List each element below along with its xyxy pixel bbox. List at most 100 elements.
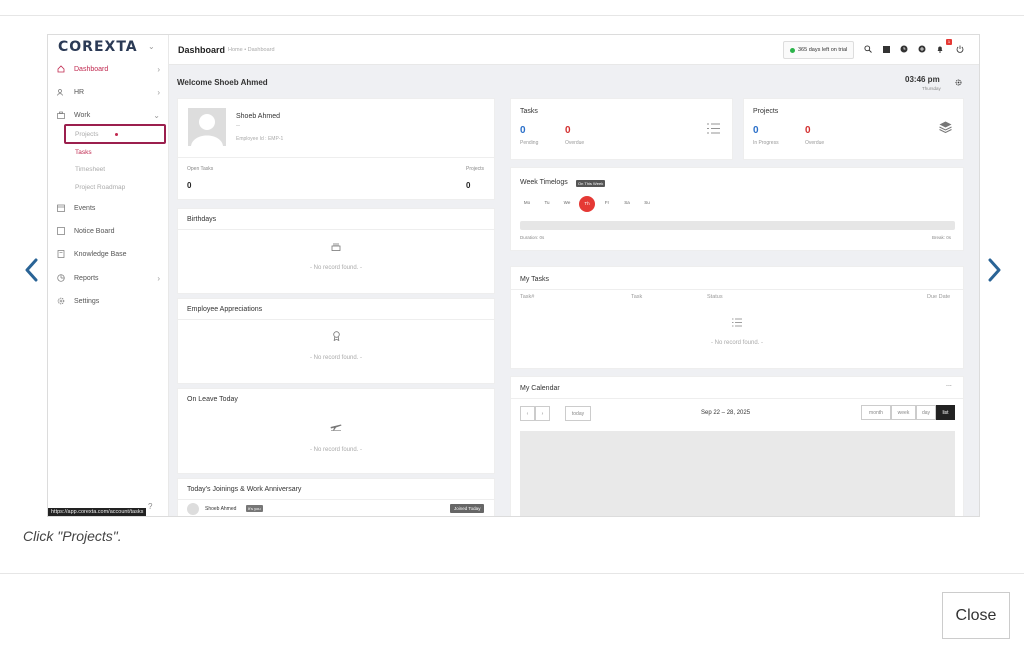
page-title: Dashboard xyxy=(178,45,226,55)
calendar-icon xyxy=(56,203,66,213)
home-icon xyxy=(56,64,66,74)
divider xyxy=(178,229,494,230)
my-calendar-card: My Calendar ... ‹ › today Sep 22 – 28, 2… xyxy=(510,376,964,516)
sidebar-item-label: Reports xyxy=(74,274,99,282)
tasks-pending-value[interactable]: 0 xyxy=(520,125,526,136)
projects-inprogress-label: In Progress xyxy=(753,140,779,146)
open-tasks-value[interactable]: 0 xyxy=(187,181,191,190)
breadcrumb[interactable]: Home • Dashboard xyxy=(228,47,275,53)
top-bar: Dashboard Home • Dashboard 365 days left… xyxy=(169,35,979,65)
calendar-prev-button[interactable]: ‹ xyxy=(520,406,535,421)
clock-icon[interactable] xyxy=(899,44,909,54)
on-leave-today-card: On Leave Today - No record found. - xyxy=(177,388,495,474)
view-week-button[interactable]: week xyxy=(891,405,916,420)
task-list-icon xyxy=(511,318,963,327)
help-icon[interactable]: ? xyxy=(148,502,152,511)
briefcase-icon xyxy=(56,110,66,120)
sticky-note-icon[interactable] xyxy=(881,44,891,54)
tasks-overdue-value[interactable]: 0 xyxy=(565,125,571,136)
view-month-button[interactable]: month xyxy=(861,405,891,420)
weekday-th[interactable]: Th xyxy=(579,196,595,212)
joinings-anniversary-card: Today's Joinings & Work Anniversary Shoe… xyxy=(177,478,495,516)
trial-badge[interactable]: 365 days left on trial xyxy=(783,41,855,59)
app-logo: COREXTA xyxy=(58,39,138,55)
welcome-heading: Welcome Shoeb Ahmed xyxy=(177,78,268,87)
next-arrow-icon[interactable] xyxy=(982,256,1006,284)
sidebar-item-label: Knowledge Base xyxy=(74,250,127,258)
sidebar-item-settings[interactable]: Settings xyxy=(56,294,160,308)
tasks-summary-card: Tasks 0 Pending 0 Overdue xyxy=(510,98,733,160)
sidebar: COREXTA ⌄ Dashboard › HR › Work ⌄ Projec… xyxy=(48,35,169,516)
column-header-status: Status xyxy=(707,294,723,300)
modal-bottom-divider xyxy=(0,573,1024,574)
power-icon[interactable] xyxy=(955,44,965,54)
sidebar-sub-timesheet[interactable]: Timesheet xyxy=(75,166,105,173)
clock-time: 03:46 pm xyxy=(905,75,940,84)
projects-overdue-value[interactable]: 0 xyxy=(805,125,811,136)
chevron-right-icon: › xyxy=(157,87,160,97)
sidebar-item-events[interactable]: Events xyxy=(56,201,160,215)
clock-day: Thursday xyxy=(922,86,941,91)
projects-label: Projects xyxy=(466,166,485,172)
chart-icon xyxy=(56,273,66,283)
joining-name: Shoeb Ahmed xyxy=(205,506,237,512)
step-caption: Click "Projects". xyxy=(23,528,122,544)
search-icon[interactable] xyxy=(863,44,873,54)
week-timelogs-title: Week Timelogs xyxy=(520,179,568,186)
previous-arrow-icon[interactable] xyxy=(20,256,44,284)
calendar-range: Sep 22 – 28, 2025 xyxy=(701,410,751,416)
weekday-mo[interactable]: Mo xyxy=(520,200,534,205)
weekday-tu[interactable]: Tu xyxy=(540,200,554,205)
sidebar-sub-project-roadmap[interactable]: Project Roadmap xyxy=(75,184,125,191)
sidebar-item-label: HR xyxy=(74,88,85,96)
view-day-button[interactable]: day xyxy=(916,405,936,420)
calendar-grid[interactable] xyxy=(520,431,955,516)
sidebar-item-knowledge-base[interactable]: Knowledge Base xyxy=(56,247,160,261)
clock-settings-gear-icon[interactable] xyxy=(955,79,962,88)
profile-designation: -- xyxy=(236,123,240,129)
calendar-next-button[interactable]: › xyxy=(535,406,550,421)
my-tasks-card: My Tasks Task# Task Status Due Date - No… xyxy=(510,266,964,369)
duration-text: Duration: 0s xyxy=(520,235,545,240)
award-icon xyxy=(178,331,494,341)
add-icon[interactable] xyxy=(917,44,927,54)
chevron-down-icon[interactable]: ⌄ xyxy=(148,42,155,51)
projects-inprogress-value[interactable]: 0 xyxy=(753,125,759,136)
close-button[interactable]: Close xyxy=(942,592,1010,639)
sidebar-item-label: Events xyxy=(74,204,96,212)
avatar xyxy=(187,503,199,515)
sidebar-item-notice-board[interactable]: Notice Board xyxy=(56,224,160,238)
divider xyxy=(511,398,963,399)
users-icon xyxy=(56,87,66,97)
chevron-right-icon: › xyxy=(157,64,160,74)
more-options-icon[interactable]: ... xyxy=(946,381,952,388)
calendar-today-button[interactable]: today xyxy=(565,406,591,421)
column-header-due-date: Due Date xyxy=(927,294,951,300)
book-icon xyxy=(56,249,66,259)
sidebar-item-work[interactable]: Work ⌄ xyxy=(56,108,160,122)
column-header-task: Task xyxy=(631,294,643,300)
timelog-progress-bar xyxy=(520,221,955,230)
sidebar-sub-tasks[interactable]: Tasks xyxy=(75,149,92,156)
weekday-su[interactable]: Su xyxy=(640,200,654,205)
avatar xyxy=(188,108,226,146)
weekday-sa[interactable]: Sa xyxy=(620,200,634,205)
view-list-button[interactable]: list xyxy=(936,405,955,420)
on-this-week-badge: On This Week xyxy=(576,180,606,187)
projects-title: Projects xyxy=(753,108,779,115)
sidebar-item-dashboard[interactable]: Dashboard › xyxy=(56,62,160,76)
profile-name: Shoeb Ahmed xyxy=(236,113,280,120)
empty-message: - No record found. - xyxy=(309,447,363,453)
cake-icon xyxy=(178,242,494,251)
sidebar-item-hr[interactable]: HR › xyxy=(56,85,160,99)
weekday-fr[interactable]: Fr xyxy=(600,200,614,205)
sidebar-item-reports[interactable]: Reports › xyxy=(56,271,160,285)
bell-icon[interactable] xyxy=(935,44,945,54)
sidebar-item-label: Settings xyxy=(74,297,100,305)
empty-message: - No record found. - xyxy=(710,340,764,346)
plane-icon xyxy=(178,423,494,431)
joinings-title: Today's Joinings & Work Anniversary xyxy=(187,486,302,493)
weekday-we[interactable]: We xyxy=(560,200,574,205)
projects-value[interactable]: 0 xyxy=(466,181,470,190)
tasks-overdue-label: Overdue xyxy=(565,140,585,146)
